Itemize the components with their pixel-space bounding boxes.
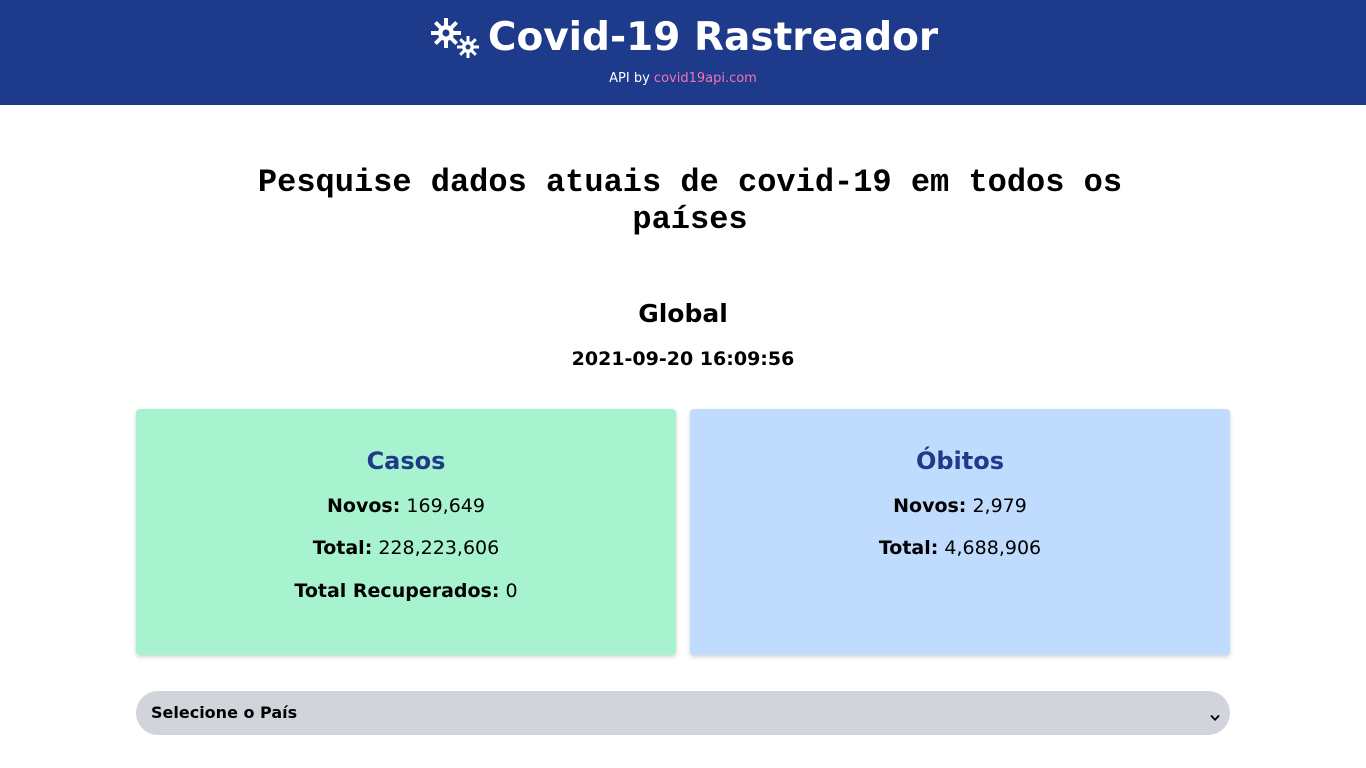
cases-new-stat: Novos: 169,649 xyxy=(136,492,676,520)
api-credit-prefix: API by xyxy=(609,71,654,86)
cases-new-label: Novos: xyxy=(327,495,401,517)
cases-new-value: 169,649 xyxy=(406,495,485,517)
page-header: Covid-19 Rastreador API by covid19api.co… xyxy=(0,0,1366,105)
deaths-card: Óbitos Novos: 2,979 Total: 4,688,906 xyxy=(690,409,1230,655)
deaths-total-stat: Total: 4,688,906 xyxy=(690,534,1230,562)
brand: Covid-19 Rastreador xyxy=(0,10,1366,66)
api-credit: API by covid19api.com xyxy=(0,70,1366,88)
deaths-new-label: Novos: xyxy=(893,495,967,517)
app-title: Covid-19 Rastreador xyxy=(487,15,939,60)
cases-card: Casos Novos: 169,649 Total: 228,223,606 … xyxy=(136,409,676,655)
deaths-card-title: Óbitos xyxy=(915,447,1005,475)
cases-recovered-value: 0 xyxy=(505,580,518,602)
region-title: Global xyxy=(638,299,728,328)
country-select-value: Selecione o País xyxy=(151,703,298,722)
chevron-down-icon xyxy=(1210,708,1220,721)
deaths-total-label: Total: xyxy=(878,537,939,559)
api-link[interactable]: covid19api.com xyxy=(654,71,757,86)
cases-total-stat: Total: 228,223,606 xyxy=(136,534,676,562)
cases-recovered-label: Total Recuperados: xyxy=(294,580,500,602)
country-select[interactable]: Selecione o País xyxy=(136,691,1230,735)
last-updated-date: 2021-09-20 16:09:56 xyxy=(571,348,795,370)
virus-gears-icon xyxy=(428,15,482,61)
cases-total-label: Total: xyxy=(312,537,373,559)
deaths-total-value: 4,688,906 xyxy=(944,537,1042,559)
deaths-new-value: 2,979 xyxy=(972,495,1027,517)
deaths-new-stat: Novos: 2,979 xyxy=(690,492,1230,520)
cases-card-title: Casos xyxy=(366,447,446,475)
cases-recovered-stat: Total Recuperados: 0 xyxy=(136,577,676,605)
page-headline: Pesquise dados atuais de covid-19 em tod… xyxy=(257,164,1123,238)
cases-total-value: 228,223,606 xyxy=(378,537,500,559)
